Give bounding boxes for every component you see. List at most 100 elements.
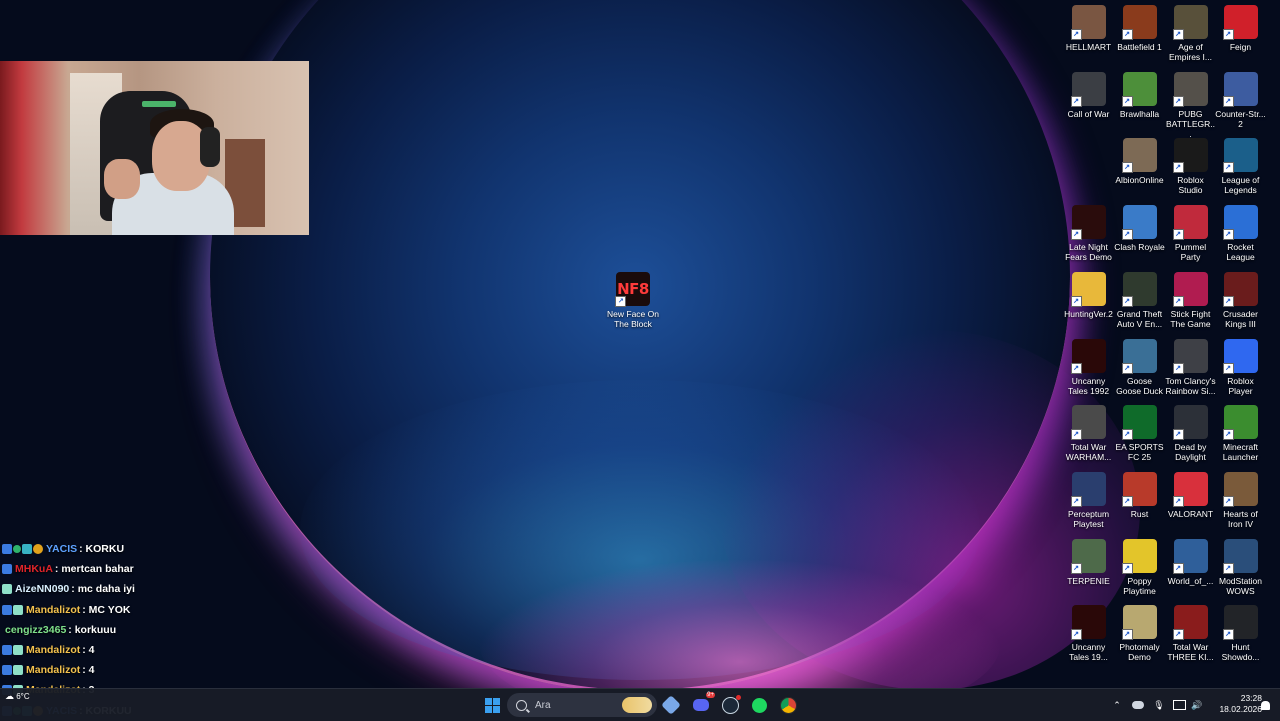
desktop-icon-label: EA SPORTS FC 25	[1115, 442, 1164, 462]
notification-bell-icon[interactable]	[1254, 694, 1276, 716]
chat-badges	[2, 604, 23, 615]
desktop-icon[interactable]: ↗ PUBG BATTLEGR...	[1165, 72, 1216, 139]
taskbar-app-discord[interactable]: 9+	[690, 692, 715, 716]
desktop-icon[interactable]: ↗ Pummel Party	[1165, 205, 1216, 262]
tray-overflow-chevron-icon[interactable]: ⌃	[1106, 694, 1128, 716]
app-icon: ↗	[1121, 272, 1157, 307]
start-button[interactable]	[481, 694, 503, 716]
chat-message: Mandalizot: 4	[2, 660, 302, 680]
desktop-icon-label: VALORANT	[1167, 509, 1214, 519]
desktop-icon-new-face-on-the-block[interactable]: NF8 ↗ New Face On The Block	[606, 272, 660, 329]
webcam-headset	[200, 127, 220, 167]
app-icon: ↗	[1070, 72, 1106, 107]
desktop-icon[interactable]: ↗ Rocket League	[1215, 205, 1266, 262]
desktop-icon[interactable]: ↗ Uncanny Tales 19...	[1063, 605, 1114, 662]
shortcut-arrow-icon: ↗	[1172, 229, 1184, 240]
shortcut-arrow-icon: ↗	[1121, 162, 1133, 173]
desktop-icon[interactable]: ↗ Total War WARHAM...	[1063, 405, 1114, 462]
desktop-icon[interactable]: ↗ Dead by Daylight	[1165, 405, 1216, 462]
chat-badge-icon	[13, 545, 21, 554]
chat-badge-icon	[13, 604, 23, 615]
chat-message-text: : 4	[82, 664, 95, 677]
desktop-icon[interactable]: ↗ Minecraft Launcher	[1215, 405, 1266, 462]
chat-username: MHKuA	[15, 563, 53, 576]
desktop-icon[interactable]: ↗ World_of_...	[1165, 539, 1216, 586]
desktop-icon[interactable]: ↗ Perceptum Playtest	[1063, 472, 1114, 529]
shortcut-arrow-icon: ↗	[1121, 96, 1133, 107]
app-icon: ↗	[1121, 339, 1157, 374]
taskbar-app-chrome[interactable]	[777, 694, 799, 716]
app-icon: ↗	[1070, 405, 1106, 440]
shortcut-arrow-icon: ↗	[1121, 563, 1133, 574]
chat-message: YACIS: KORKU	[2, 539, 302, 559]
shortcut-arrow-icon: ↗	[1172, 96, 1184, 107]
taskbar-app-network[interactable]	[660, 694, 682, 716]
app-icon: ↗	[1070, 272, 1106, 307]
desktop-icon[interactable]: ↗ Late Night Fears Demo	[1063, 205, 1114, 262]
network-app-icon	[661, 695, 681, 715]
desktop-icon-label: Counter-Str... 2	[1215, 109, 1266, 129]
chat-message-text: : mertcan bahar	[54, 563, 134, 576]
desktop-icon[interactable]: ↗ Crusader Kings III	[1215, 272, 1266, 329]
chat-badges	[2, 564, 12, 575]
desktop-icon[interactable]: ↗ Call of War	[1063, 72, 1114, 119]
weather-temperature: 6°C	[16, 692, 30, 701]
shortcut-arrow-icon: ↗	[1222, 296, 1234, 307]
desktop-icon[interactable]: ↗ Grand Theft Auto V En...	[1114, 272, 1165, 329]
desktop-icon[interactable]: ↗ ModStation WOWS	[1215, 539, 1266, 596]
discord-notification-badge: 9+	[706, 692, 715, 698]
desktop-icon-label: TERPENIE	[1067, 576, 1110, 586]
taskbar: ☁ 6°C Ara 9+ ⌃ 🎙 🔊 23:28 18.02.2026	[0, 688, 1280, 721]
shortcut-arrow-icon: ↗	[1070, 96, 1082, 107]
desktop-icon[interactable]: ↗ Clash Royale	[1114, 205, 1165, 252]
desktop-icon[interactable]: ↗ Brawlhalla	[1114, 72, 1165, 119]
desktop-icon[interactable]: ↗ HuntingVer.2	[1063, 272, 1114, 319]
desktop-icon[interactable]: ↗ Tom Clancy's Rainbow Si...	[1165, 339, 1216, 396]
desktop-icon[interactable]: ↗ Battlefield 1	[1114, 5, 1165, 52]
app-icon: ↗	[1172, 339, 1208, 374]
desktop-icon[interactable]: ↗ Photomaly Demo	[1114, 605, 1165, 662]
desktop-icon[interactable]: ↗ Uncanny Tales 1992	[1063, 339, 1114, 396]
desktop-icon[interactable]: ↗ Stick Fight The Game	[1165, 272, 1216, 329]
tray-onedrive-icon[interactable]	[1127, 694, 1149, 716]
shortcut-arrow-icon: ↗	[1172, 162, 1184, 173]
desktop-icon[interactable]: ↗ VALORANT	[1165, 472, 1216, 519]
desktop-icon[interactable]: ↗ Roblox Studio	[1165, 138, 1216, 195]
shortcut-arrow-icon: ↗	[1121, 296, 1133, 307]
app-icon: ↗	[1222, 72, 1258, 107]
desktop-icon-label: New Face On The Block	[607, 309, 659, 329]
chat-badges	[2, 584, 12, 595]
desktop-icon-label: League of Legends	[1221, 175, 1260, 195]
desktop-icon[interactable]: ↗ Counter-Str... 2	[1215, 72, 1266, 129]
desktop-icon[interactable]: ↗ Poppy Playtime	[1114, 539, 1165, 596]
desktop-icon-label: Stick Fight The Game	[1170, 309, 1211, 329]
desktop-icon[interactable]: ↗ Roblox Player	[1215, 339, 1266, 396]
desktop-icon[interactable]: ↗ Hunt Showdo...	[1215, 605, 1266, 662]
taskbar-app-steam[interactable]	[719, 694, 741, 716]
desktop-icon[interactable]: ↗ AlbionOnline	[1114, 138, 1165, 185]
taskbar-app-spotify[interactable]	[748, 694, 770, 716]
desktop-icon[interactable]: ↗ TERPENIE	[1063, 539, 1114, 586]
desktop-icon[interactable]: ↗ Hearts of Iron IV	[1215, 472, 1266, 529]
chat-badge-icon	[2, 544, 12, 555]
desktop-icon[interactable]: ↗ League of Legends	[1215, 138, 1266, 195]
chat-username: Mandalizot	[26, 603, 81, 616]
desktop-icon[interactable]: ↗ Total War THREE KI...	[1165, 605, 1216, 662]
tray-volume-icon[interactable]: 🔊	[1186, 694, 1208, 716]
desktop-icon[interactable]: ↗ Age of Empires I...	[1165, 5, 1216, 62]
desktop-icon[interactable]: ↗ HELLMART	[1063, 5, 1114, 52]
app-icon: ↗	[1121, 539, 1157, 574]
taskbar-weather-widget[interactable]: ☁ 6°C	[5, 692, 30, 702]
desktop-icon[interactable]: ↗ Rust	[1114, 472, 1165, 519]
app-icon: ↗	[1121, 205, 1157, 240]
app-icon: ↗	[1222, 138, 1258, 173]
shortcut-arrow-icon: ↗	[1070, 629, 1082, 640]
app-icon: ↗	[1121, 5, 1157, 40]
taskbar-search-highlight[interactable]	[620, 694, 654, 716]
shortcut-arrow-icon: ↗	[1070, 363, 1082, 374]
tray-microphone-icon[interactable]: 🎙	[1148, 694, 1170, 716]
desktop-icon[interactable]: ↗ EA SPORTS FC 25	[1114, 405, 1165, 462]
desktop-icon[interactable]: ↗ Goose Goose Duck	[1114, 339, 1165, 396]
desktop-icon-label: AlbionOnline	[1115, 175, 1164, 185]
desktop-icon[interactable]: ↗ Feign	[1215, 5, 1266, 52]
